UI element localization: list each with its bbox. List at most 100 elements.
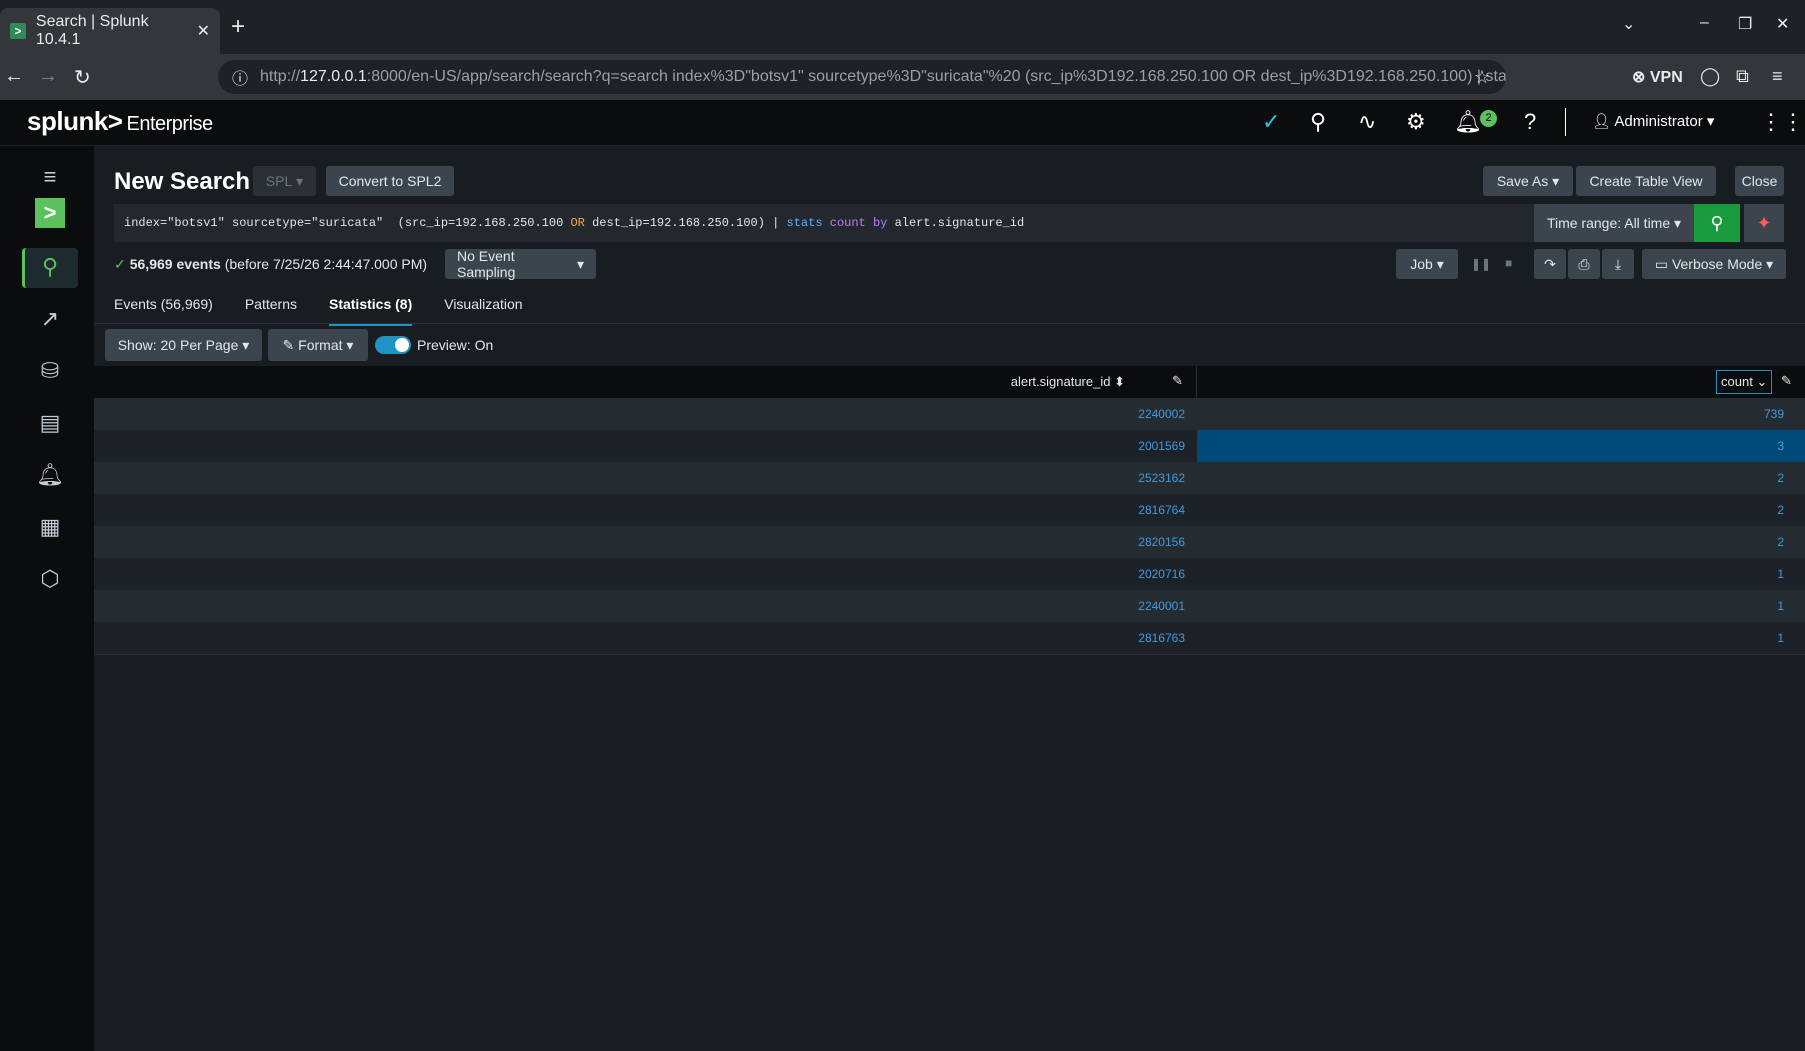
menu-hamburger-icon[interactable]: ≡ [36, 164, 64, 190]
splunk-logo[interactable]: splunk> Enterprise [27, 106, 213, 137]
cell-count[interactable]: 2 [1777, 535, 1784, 549]
per-page-dropdown[interactable]: Show: 20 Per Page ▾ [105, 329, 262, 361]
spl-dropdown[interactable]: SPL ▾ [253, 166, 316, 196]
reload-icon[interactable]: ↻ [74, 65, 91, 90]
sidebar-analytics-icon[interactable]: ↗ [36, 306, 64, 332]
table-header: alert.signature_id ⬍ ✎ count ⌄ ✎ [94, 366, 1805, 398]
health-status-icon[interactable]: ✓ [1262, 109, 1280, 135]
save-as-button[interactable]: Save As ▾ [1483, 166, 1573, 196]
vpn-button[interactable]: ⊗ VPN [1632, 67, 1683, 87]
search-icon[interactable]: ⚲ [1310, 109, 1326, 135]
apps-grid-icon[interactable]: ⋮⋮ [1760, 109, 1804, 135]
sidebar-datasets-icon[interactable]: ⛁ [36, 358, 64, 384]
sampling-label: No Event Sampling [457, 248, 516, 280]
ai-assistant-button[interactable]: ✦ [1744, 204, 1784, 242]
job-menu[interactable]: Job ▾ [1396, 249, 1458, 279]
activity-icon[interactable]: ∿ [1358, 109, 1376, 135]
cell-count[interactable]: 739 [1764, 407, 1784, 421]
table-row: 2816764 2 [94, 494, 1805, 526]
site-info-icon[interactable]: ⓘ [232, 65, 248, 89]
table-bottom-border [94, 654, 1805, 655]
sidebar-reports-icon[interactable]: ▤ [36, 410, 64, 436]
query-space [866, 216, 873, 230]
edit-column-icon[interactable]: ✎ [1781, 373, 1792, 389]
cell-count[interactable]: 1 [1777, 599, 1784, 613]
format-dropdown[interactable]: ✎ Format ▾ [268, 329, 368, 361]
profile-icon[interactable]: ◯ [1700, 66, 1720, 87]
help-icon[interactable]: ? [1524, 109, 1536, 135]
search-app-logo[interactable]: > [35, 198, 65, 228]
browser-menu-icon[interactable]: ≡ [1772, 66, 1783, 87]
export-button[interactable]: ⤓ [1602, 249, 1634, 279]
new-tab-icon[interactable]: + [231, 13, 245, 41]
query-space [823, 216, 830, 230]
stop-icon[interactable]: ■ [1505, 256, 1512, 270]
create-table-view-button[interactable]: Create Table View [1576, 166, 1716, 196]
back-icon[interactable]: ← [4, 65, 24, 88]
cell-highlight [1197, 430, 1805, 462]
close-button[interactable]: Close [1735, 166, 1784, 196]
spl-search-input[interactable]: index="botsv1" sourcetype="suricata" (sr… [114, 204, 1534, 242]
save-as-label: Save As [1496, 173, 1549, 189]
tab-patterns[interactable]: Patterns [245, 296, 297, 326]
settings-gear-icon[interactable]: ⚙ [1406, 109, 1426, 135]
extensions-icon[interactable]: ⧉ [1736, 66, 1749, 87]
user-menu[interactable]: 👤︎ Administrator ▾ [1592, 112, 1714, 130]
sidebar-dashboards-icon[interactable]: ▦ [36, 514, 64, 540]
restore-icon[interactable]: ❐ [1738, 14, 1752, 34]
cell-count[interactable]: 3 [1777, 439, 1784, 453]
splunk-favicon-icon: > [10, 23, 26, 39]
print-button[interactable]: ⎙ [1568, 249, 1600, 279]
mode-label: Verbose Mode [1671, 256, 1763, 272]
address-bar[interactable]: ⓘ http://127.0.0.1:8000/en-US/app/search… [218, 60, 1506, 94]
share-button[interactable]: ↷ [1534, 249, 1566, 279]
cell-signature-id[interactable]: 2816764 [1138, 503, 1185, 517]
tab-list-icon[interactable]: ⌄ [1622, 14, 1635, 34]
edit-column-icon[interactable]: ✎ [1172, 373, 1183, 389]
cell-signature-id[interactable]: 2820156 [1138, 535, 1185, 549]
column-header-signature[interactable]: alert.signature_id ⬍ [1011, 374, 1125, 390]
cell-count[interactable]: 2 [1777, 503, 1784, 517]
forward-icon[interactable]: → [38, 65, 58, 88]
sidebar-search-icon[interactable]: ⚲ [36, 254, 64, 280]
pause-icon[interactable]: ❚❚ [1471, 257, 1491, 271]
browser-toolbar: ← → ↻ ⓘ http://127.0.0.1:8000/en-US/app/… [0, 54, 1805, 100]
preview-toggle[interactable] [375, 336, 411, 354]
table-row: 2816763 1 [94, 622, 1805, 654]
cell-count[interactable]: 1 [1777, 567, 1784, 581]
sidebar-apps-icon[interactable]: ⬡ [36, 566, 64, 592]
window-close-icon[interactable]: ✕ [1776, 14, 1789, 34]
close-tab-icon[interactable]: ✕ [197, 21, 210, 41]
cell-signature-id[interactable]: 2240002 [1138, 407, 1185, 421]
app-sidebar: ≡ > ⚲ ↗ ⛁ ▤ 🔔︎ ▦ ⬡ [0, 146, 94, 1051]
mode-icon: ▭ [1654, 255, 1669, 272]
column-header-count[interactable]: count ⌄ [1716, 370, 1773, 394]
cell-signature-id[interactable]: 2020716 [1138, 567, 1185, 581]
cell-signature-id[interactable]: 2816763 [1138, 631, 1185, 645]
search-mode-dropdown[interactable]: ▭ Verbose Mode ▾ [1642, 249, 1786, 279]
cell-count[interactable]: 1 [1777, 631, 1784, 645]
bookmark-star-icon[interactable]: ☆ [1474, 67, 1490, 88]
tab-statistics[interactable]: Statistics (8) [328, 296, 413, 326]
cell-signature-id[interactable]: 2240001 [1138, 599, 1185, 613]
tab-events[interactable]: Events (56,969) [114, 296, 213, 326]
splunk-header: splunk> Enterprise ✓ ⚲ ∿ ⚙ 🔔︎ ? 👤︎ Admini… [0, 100, 1805, 146]
cell-count[interactable]: 2 [1777, 471, 1784, 485]
event-sampling-dropdown[interactable]: No Event Sampling ▾ [445, 248, 596, 280]
table-row: 2240001 1 [94, 590, 1805, 622]
sparkle-icon: ✦ [1756, 212, 1772, 233]
browser-tabbar: > Search | Splunk 10.4.1 ✕ + ⌄ – ❐ ✕ [0, 0, 1805, 54]
time-range-picker[interactable]: Time range: All time ▾ [1534, 204, 1694, 242]
cell-signature-id[interactable]: 2001569 [1138, 439, 1185, 453]
minimize-icon[interactable]: – [1700, 14, 1709, 32]
column-divider [1196, 366, 1197, 398]
browser-tab[interactable]: > Search | Splunk 10.4.1 ✕ [0, 8, 220, 54]
download-icon: ⤓ [1614, 255, 1622, 272]
query-part: index="botsv1" sourcetype="suricata" (sr… [124, 216, 571, 230]
convert-spl2-button[interactable]: Convert to SPL2 [326, 166, 454, 196]
notifications-bell-icon[interactable]: 🔔︎ [1454, 109, 1482, 135]
run-search-button[interactable]: ⚲ [1694, 204, 1740, 242]
sidebar-alerts-icon[interactable]: 🔔︎ [36, 462, 64, 488]
cell-signature-id[interactable]: 2523162 [1138, 471, 1185, 485]
tab-visualization[interactable]: Visualization [444, 296, 522, 326]
